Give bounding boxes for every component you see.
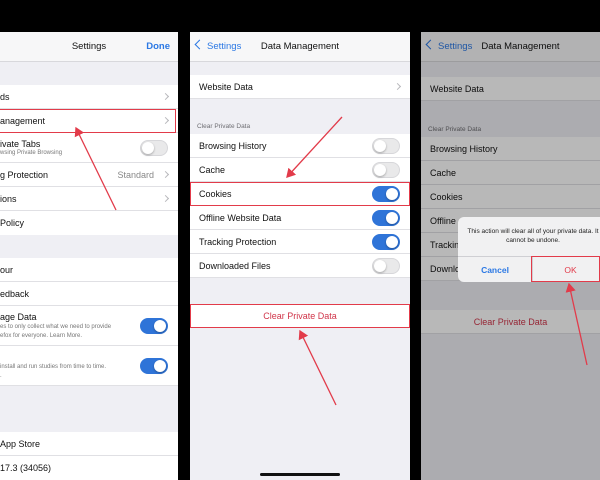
studies-toggle[interactable] (140, 358, 168, 374)
settings-row-app-store[interactable]: App Store (0, 432, 178, 456)
row-sublabel: wsing Private Browsing (0, 150, 63, 156)
clear-item-downloaded-files: Downloaded Files (190, 254, 410, 278)
row-label: anagement (0, 116, 46, 126)
page-title: Data Management (260, 41, 340, 52)
home-indicator (260, 473, 340, 476)
confirm-alert: This action will clear all of your priva… (458, 217, 600, 282)
row-label: age Data (0, 312, 37, 322)
private-tabs-toggle[interactable] (140, 140, 168, 156)
tracking-protection-toggle[interactable] (372, 234, 400, 250)
row-sublabel: . (0, 373, 2, 379)
settings-row-notifications[interactable]: ions (0, 187, 178, 211)
cache-toggle[interactable] (372, 162, 400, 178)
clear-button-label: Clear Private Data (263, 311, 337, 321)
data-management-screen: Settings Data Management Website Data Cl… (190, 0, 410, 480)
clear-item-cache: Cache (190, 158, 410, 182)
alert-message: This action will clear all of your priva… (467, 228, 599, 244)
settings-row-tracking-protection[interactable]: g Protection Standard (0, 163, 178, 187)
row-label: Cache (199, 165, 226, 175)
cookies-toggle[interactable] (372, 186, 400, 202)
settings-row-data-management[interactable]: anagement (0, 109, 178, 133)
alert-ok-button[interactable]: OK (533, 257, 600, 282)
alert-cancel-button[interactable]: Cancel (458, 257, 533, 282)
website-data-row[interactable]: Website Data (190, 75, 410, 99)
learn-more-link[interactable]: efox for everyone. Learn More. (0, 333, 82, 339)
status-bar (190, 0, 410, 32)
settings-row-private-tabs: ivate Tabs wsing Private Browsing (0, 133, 178, 163)
clear-item-cookies: Cookies (190, 182, 410, 206)
confirm-clear-screen: Settings Data Management Website Data Cl… (421, 0, 600, 480)
downloaded-files-toggle[interactable] (372, 258, 400, 274)
settings-navbar: Settings Done (0, 32, 178, 62)
clear-item-browsing-history: Browsing History (190, 134, 410, 158)
chevron-right-icon (393, 82, 402, 91)
row-label: Downloaded Files (199, 261, 271, 271)
row-label: Cookies (199, 189, 232, 199)
clear-item-tracking-protection: Tracking Protection (190, 230, 410, 254)
chevron-right-icon (161, 116, 170, 125)
row-label: ivate Tabs (0, 139, 41, 149)
row-label: Policy (0, 218, 25, 228)
chevron-right-icon (161, 194, 170, 203)
settings-row-version: 17.3 (34056) (0, 456, 178, 480)
row-label: Offline Website Data (199, 213, 282, 223)
row-label: ions (0, 194, 17, 204)
row-label: Website Data (199, 82, 253, 92)
clear-private-data-button[interactable]: Clear Private Data (190, 304, 410, 328)
row-label: g Protection (0, 170, 49, 180)
settings-row-privacy-policy[interactable]: Policy (0, 211, 178, 235)
offline-website-data-toggle[interactable] (372, 210, 400, 226)
row-label: Tracking Protection (199, 237, 277, 247)
row-label: our (0, 265, 14, 275)
settings-row-feedback[interactable]: edback (0, 282, 178, 306)
clear-item-offline-website-data: Offline Website Data (190, 206, 410, 230)
settings-row-tour[interactable]: our (0, 258, 178, 282)
row-sublabel: es to only collect what we need to provi… (0, 324, 112, 330)
version-label: 17.3 (34056) (0, 463, 52, 473)
chevron-right-icon (161, 92, 170, 101)
settings-screen: Settings Done ds anagement ivate Tabs ws… (0, 0, 178, 480)
done-button[interactable]: Done (146, 41, 170, 52)
browsing-history-toggle[interactable] (372, 138, 400, 154)
row-label: Browsing History (199, 141, 267, 151)
usage-data-toggle[interactable] (140, 318, 168, 334)
settings-row-passwords[interactable]: ds (0, 85, 178, 109)
row-label: App Store (0, 439, 41, 449)
settings-row-studies: install and run studies from time to tim… (0, 346, 178, 386)
alert-buttons: Cancel OK (458, 256, 600, 282)
data-management-navbar: Settings Data Management (190, 32, 410, 62)
row-value: Standard (117, 170, 154, 180)
settings-row-usage-data: age Data es to only collect what we need… (0, 306, 178, 346)
row-sublabel: install and run studies from time to tim… (0, 364, 107, 370)
status-bar (0, 0, 178, 32)
section-header: Clear Private Data (197, 123, 251, 130)
row-label: edback (0, 289, 30, 299)
row-label: ds (0, 92, 10, 102)
chevron-right-icon (161, 170, 170, 179)
